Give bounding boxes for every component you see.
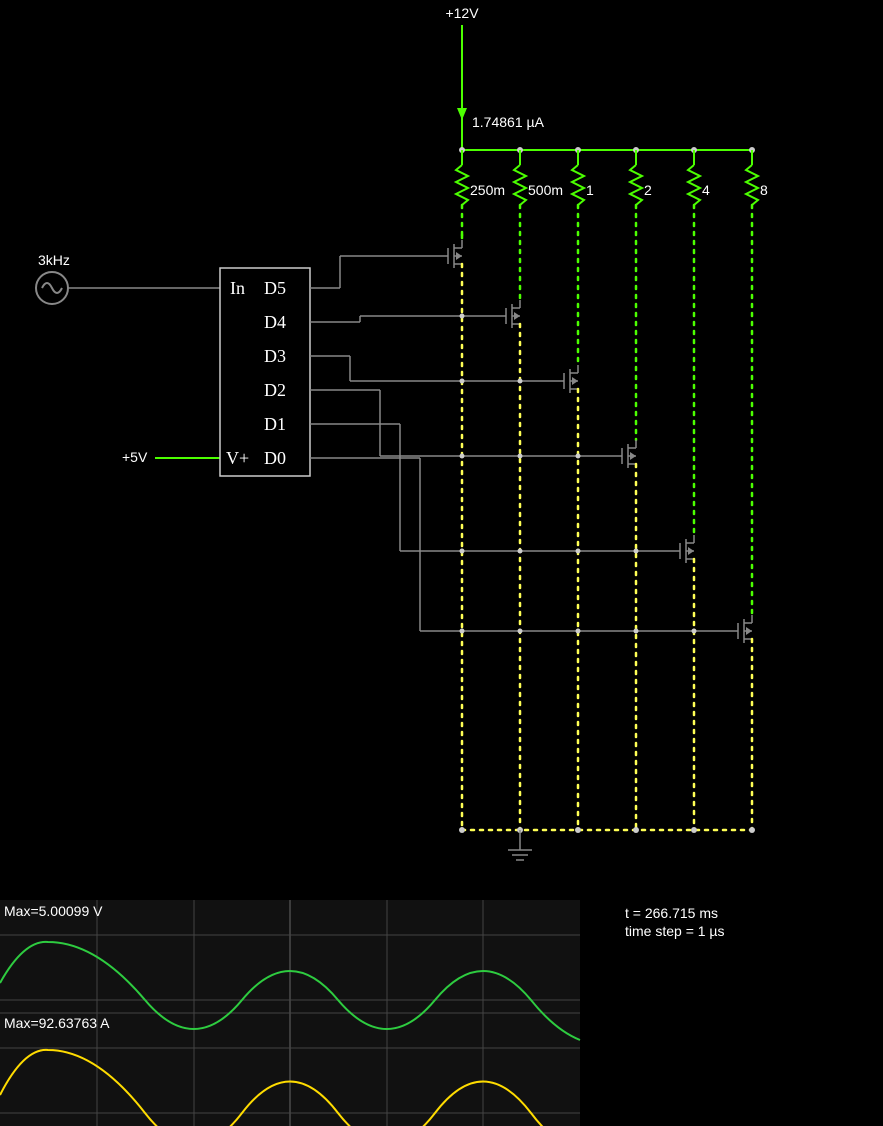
current-probe-label: 1.74861 µA <box>472 114 545 130</box>
ac-source[interactable] <box>36 272 68 304</box>
circuit-canvas[interactable]: +12V 1.74861 µA 250m 500m 1 2 4 8 <box>0 0 883 1126</box>
mosfet-d0[interactable] <box>738 615 752 830</box>
svg-text:D0: D0 <box>264 448 286 468</box>
source-freq-label: 3kHz <box>38 252 70 268</box>
svg-text:2: 2 <box>644 182 652 198</box>
svg-text:250m: 250m <box>470 182 505 198</box>
svg-text:D2: D2 <box>264 380 286 400</box>
svg-text:500m: 500m <box>528 182 563 198</box>
supply-12v-label: +12V <box>445 5 479 21</box>
scope-max-voltage: Max=5.00099 V <box>4 903 103 919</box>
svg-text:V+: V+ <box>226 448 249 468</box>
mosfet-d1[interactable] <box>680 535 694 830</box>
resistor-r1[interactable]: 500m <box>514 150 563 300</box>
svg-text:8: 8 <box>760 182 768 198</box>
svg-text:D5: D5 <box>264 278 286 298</box>
resistor-r0[interactable]: 250m <box>456 150 505 235</box>
svg-text:D3: D3 <box>264 346 286 366</box>
mosfet-d2[interactable] <box>622 440 636 830</box>
mosfet-d5[interactable] <box>448 235 462 830</box>
svg-text:In: In <box>230 278 245 298</box>
mosfet-d3[interactable] <box>564 365 578 830</box>
scope-time: t = 266.715 ms <box>625 905 718 921</box>
svg-text:D4: D4 <box>264 312 286 332</box>
resistor-r2[interactable]: 1 <box>572 150 594 365</box>
resistor-r5[interactable]: 8 <box>746 150 768 615</box>
current-arrow-icon <box>457 108 467 120</box>
scope-max-current: Max=92.63763 A <box>4 1015 110 1031</box>
svg-text:D1: D1 <box>264 414 286 434</box>
resistor-r3[interactable]: 2 <box>630 150 652 440</box>
svg-text:4: 4 <box>702 182 710 198</box>
mosfet-d4[interactable] <box>506 300 520 830</box>
scope-timestep: time step = 1 µs <box>625 923 725 939</box>
supply-5v-label: +5V <box>122 449 148 465</box>
resistor-r4[interactable]: 4 <box>688 150 710 535</box>
svg-text:1: 1 <box>586 182 594 198</box>
adc-block[interactable]: In D5 D4 D3 D2 D1 D0 V+ <box>220 268 310 476</box>
